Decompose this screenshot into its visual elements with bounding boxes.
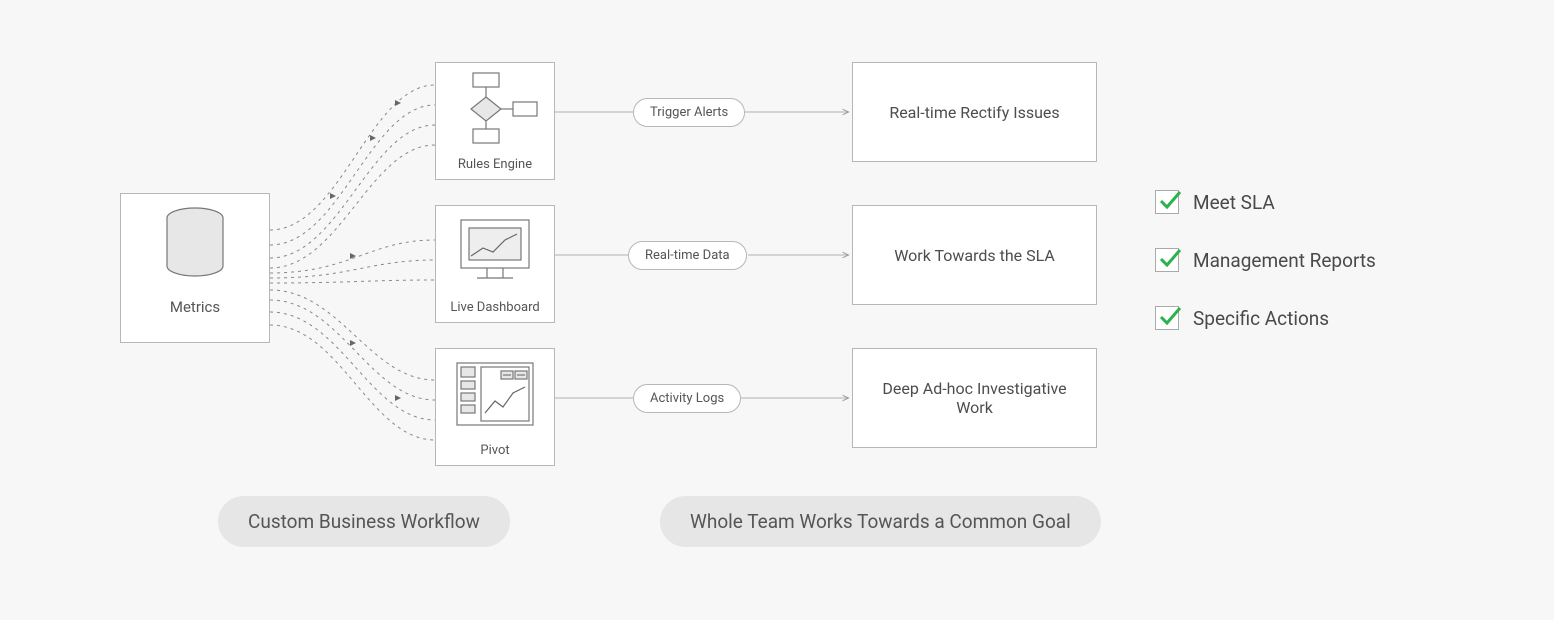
checkmark-icon (1155, 248, 1179, 272)
check-specific-actions: Specific Actions (1155, 306, 1376, 330)
check-specific-actions-label: Specific Actions (1193, 307, 1329, 330)
trigger-alerts-pill: Trigger Alerts (633, 98, 745, 127)
outcome-rectify: Real-time Rectify Issues (852, 62, 1097, 162)
outcome-investigate: Deep Ad-hoc Investigative Work (852, 348, 1097, 448)
check-meet-sla: Meet SLA (1155, 190, 1376, 214)
outcome-investigate-label: Deep Ad-hoc Investigative Work (869, 379, 1080, 417)
outcome-rectify-label: Real-time Rectify Issues (889, 103, 1059, 122)
pivot-chart-icon (447, 421, 543, 439)
pivot-label: Pivot (436, 443, 554, 458)
live-dashboard-node: Live Dashboard (435, 205, 555, 323)
rules-engine-label: Rules Engine (436, 157, 554, 172)
pivot-node: Pivot (435, 348, 555, 466)
outcome-sla-label: Work Towards the SLA (894, 246, 1055, 265)
activity-logs-pill: Activity Logs (633, 384, 741, 413)
real-time-data-pill: Real-time Data (628, 241, 747, 270)
section-custom-workflow: Custom Business Workflow (218, 496, 510, 547)
outcome-sla: Work Towards the SLA (852, 205, 1097, 305)
checkmark-icon (1155, 306, 1179, 330)
check-meet-sla-label: Meet SLA (1193, 191, 1275, 214)
metrics-node: Metrics (120, 193, 270, 343)
section-common-goal: Whole Team Works Towards a Common Goal (660, 496, 1101, 547)
live-dashboard-label: Live Dashboard (436, 300, 554, 315)
diagram-canvas: Metrics Rules Engine (0, 0, 1554, 620)
monitor-chart-icon (447, 278, 543, 296)
check-management-reports: Management Reports (1155, 248, 1376, 272)
database-icon (160, 270, 230, 288)
metrics-label: Metrics (121, 298, 269, 316)
rules-engine-node: Rules Engine (435, 62, 555, 180)
flowchart-icon (447, 135, 543, 153)
checkmark-icon (1155, 190, 1179, 214)
check-management-reports-label: Management Reports (1193, 249, 1376, 272)
outcomes-checklist: Meet SLA Management Reports Specific Act… (1155, 190, 1376, 364)
